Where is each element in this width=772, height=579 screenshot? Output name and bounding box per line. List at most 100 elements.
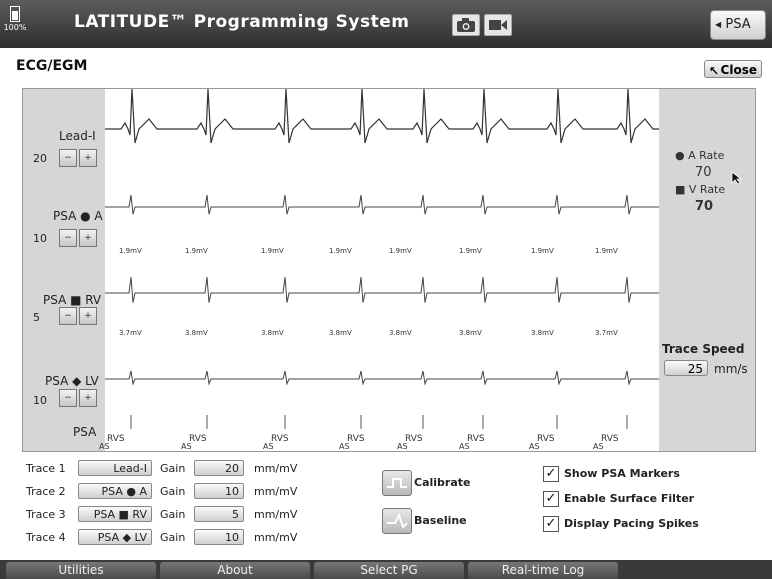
trace-gain-lead-i: 20 bbox=[33, 152, 47, 165]
enable-surface-filter-checkbox[interactable]: ✓ bbox=[543, 491, 559, 507]
gain-decrease-button[interactable]: − bbox=[59, 307, 77, 325]
gain-unit: mm/mV bbox=[254, 485, 298, 498]
gain-increase-button[interactable]: + bbox=[79, 149, 97, 167]
ecg-display: Lead-I 20 − + PSA ● A 10 − + PSA ■ RV 5 … bbox=[22, 88, 756, 452]
as-marker: AS bbox=[397, 442, 408, 451]
calibrate-button[interactable] bbox=[382, 470, 412, 496]
trace-lead-i-waveform bbox=[105, 89, 659, 144]
enable-surface-filter-label: Enable Surface Filter bbox=[564, 492, 695, 505]
trace-source-select[interactable]: PSA ■ RV bbox=[78, 506, 152, 522]
trace-psa-lv-waveform bbox=[105, 370, 659, 386]
as-marker: AS bbox=[339, 442, 350, 451]
trace-label-psa-rv: PSA ■ RV bbox=[43, 293, 102, 307]
gain-label: Gain bbox=[160, 508, 186, 521]
gain-label: Gain bbox=[160, 485, 186, 498]
gain-field[interactable]: 5 bbox=[194, 506, 244, 522]
amplitude-label: 3.8mV bbox=[389, 329, 412, 337]
trace-label-psa-lv: PSA ◆ LV bbox=[45, 374, 99, 388]
rvs-marker: RVS bbox=[271, 434, 289, 444]
battery-indicator: 100% bbox=[2, 4, 28, 44]
calibrate-icon bbox=[387, 478, 407, 488]
as-marker: AS bbox=[593, 442, 604, 451]
gain-field[interactable]: 10 bbox=[194, 529, 244, 545]
amplitude-label: 1.9mV bbox=[261, 247, 284, 255]
psa-button[interactable]: ◀ PSA bbox=[710, 10, 766, 40]
amplitude-label: 3.8mV bbox=[531, 329, 554, 337]
display-pacing-spikes-checkbox[interactable]: ✓ bbox=[543, 516, 559, 532]
amplitude-label: 3.8mV bbox=[329, 329, 352, 337]
trace-label-psa-markers: PSA bbox=[73, 425, 97, 439]
gain-increase-button[interactable]: + bbox=[79, 389, 97, 407]
gain-field[interactable]: 20 bbox=[194, 460, 244, 476]
amplitude-label: 3.8mV bbox=[459, 329, 482, 337]
trace-gain-psa-a: 10 bbox=[33, 232, 47, 245]
trace-number-label: Trace 3 bbox=[26, 508, 66, 521]
panel-header: ECG/EGM bbox=[0, 56, 772, 78]
trace-label-lead-i: Lead-I bbox=[59, 129, 96, 143]
rvs-marker: RVS bbox=[537, 434, 555, 444]
amplitude-label: 1.9mV bbox=[185, 247, 208, 255]
baseline-button[interactable] bbox=[382, 508, 412, 534]
tab-utilities[interactable]: Utilities bbox=[6, 562, 156, 579]
trace-speed-field[interactable]: 25 bbox=[664, 360, 708, 376]
rvs-marker: RVS bbox=[347, 434, 365, 444]
as-marker: AS bbox=[529, 442, 540, 451]
title-bar: 100% LATITUDE™ Programming System ◀ PSA bbox=[0, 0, 772, 48]
ecg-waveforms bbox=[105, 89, 659, 429]
camera-button[interactable] bbox=[452, 14, 480, 36]
close-arrow-icon: ↖ bbox=[709, 64, 720, 78]
gain-decrease-button[interactable]: − bbox=[59, 149, 77, 167]
tab-select-pg[interactable]: Select PG bbox=[314, 562, 464, 579]
trace-source-select[interactable]: Lead-I bbox=[78, 460, 152, 476]
amplitude-label: 3.7mV bbox=[595, 329, 618, 337]
trace-source-select[interactable]: PSA ● A bbox=[78, 483, 152, 499]
tab-about[interactable]: About bbox=[160, 562, 310, 579]
amplitude-label: 3.8mV bbox=[261, 329, 284, 337]
gain-increase-button[interactable]: + bbox=[79, 229, 97, 247]
a-rate-label: ● A Rate bbox=[675, 149, 725, 162]
psa-marker-ticks bbox=[130, 415, 628, 429]
amplitude-label: 1.9mV bbox=[119, 247, 142, 255]
show-psa-markers-label: Show PSA Markers bbox=[564, 467, 680, 480]
rvs-marker: RVS bbox=[601, 434, 619, 444]
mouse-pointer-icon bbox=[731, 171, 743, 185]
as-marker: AS bbox=[459, 442, 470, 451]
baseline-icon bbox=[387, 512, 408, 529]
video-button[interactable] bbox=[484, 14, 512, 36]
rvs-marker: RVS bbox=[107, 434, 125, 444]
tab-real-time-log[interactable]: Real-time Log bbox=[468, 562, 618, 579]
gain-unit: mm/mV bbox=[254, 508, 298, 521]
gain-label: Gain bbox=[160, 531, 186, 544]
gain-increase-button[interactable]: + bbox=[79, 307, 97, 325]
gain-decrease-button[interactable]: − bbox=[59, 389, 77, 407]
display-pacing-spikes-label: Display Pacing Spikes bbox=[564, 517, 699, 530]
trace-psa-a-waveform bbox=[105, 194, 659, 215]
gain-field[interactable]: 10 bbox=[194, 483, 244, 499]
gain-decrease-button[interactable]: − bbox=[59, 229, 77, 247]
camera-icon bbox=[457, 18, 475, 32]
trace-number-label: Trace 4 bbox=[26, 531, 66, 544]
as-marker: AS bbox=[263, 442, 274, 451]
trace-number-label: Trace 2 bbox=[26, 485, 66, 498]
battery-percent: 100% bbox=[3, 23, 27, 32]
show-psa-markers-checkbox[interactable]: ✓ bbox=[543, 466, 559, 482]
app-title: LATITUDE™ Programming System bbox=[74, 12, 410, 32]
calibrate-label[interactable]: Calibrate bbox=[414, 476, 470, 489]
gain-label: Gain bbox=[160, 462, 186, 475]
gain-unit: mm/mV bbox=[254, 531, 298, 544]
battery-icon bbox=[10, 6, 20, 22]
close-button[interactable]: ↖ Close bbox=[704, 60, 762, 78]
trace-label-psa-a: PSA ● A bbox=[53, 209, 103, 223]
a-rate-value: 70 bbox=[695, 165, 712, 180]
trace-source-select[interactable]: PSA ◆ LV bbox=[78, 529, 152, 545]
baseline-label[interactable]: Baseline bbox=[414, 514, 467, 527]
rvs-marker: RVS bbox=[405, 434, 423, 444]
rvs-marker: RVS bbox=[189, 434, 207, 444]
as-marker: AS bbox=[99, 442, 110, 451]
amplitude-label: 1.9mV bbox=[329, 247, 352, 255]
panel-title: ECG/EGM bbox=[16, 58, 88, 74]
trace-number-label: Trace 1 bbox=[26, 462, 66, 475]
amplitude-label: 1.9mV bbox=[459, 247, 482, 255]
amplitude-label: 1.9mV bbox=[595, 247, 618, 255]
video-camera-icon bbox=[489, 20, 507, 30]
